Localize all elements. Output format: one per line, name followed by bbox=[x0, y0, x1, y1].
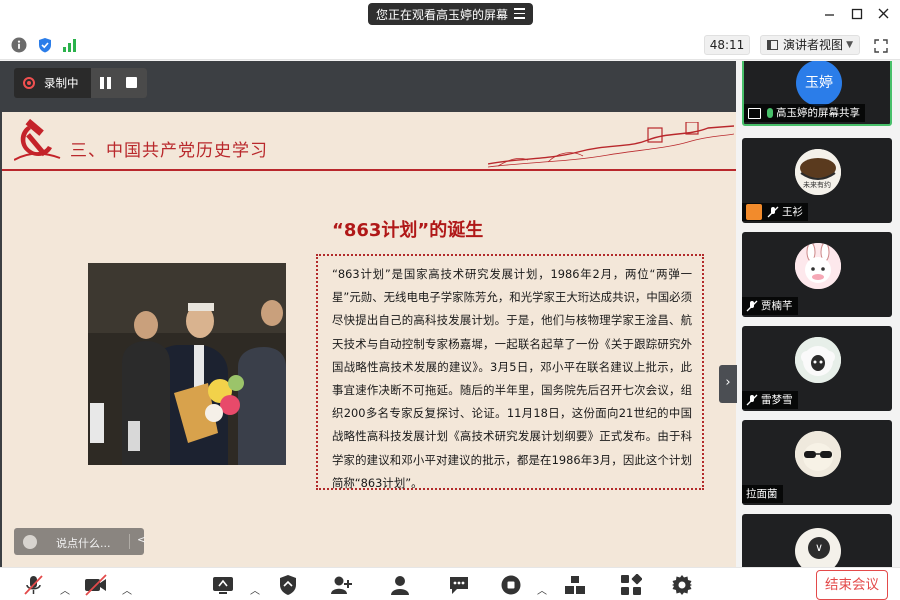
settings-gear-icon[interactable] bbox=[671, 574, 693, 596]
mic-off-icon bbox=[746, 300, 758, 312]
participant-nameplate: 拉面菌 bbox=[742, 485, 783, 503]
slide-heading: “863计划”的诞生 bbox=[332, 220, 484, 241]
participant-name: 雷梦雪 bbox=[761, 394, 793, 406]
chevron-up-icon[interactable]: ︿ bbox=[537, 582, 547, 597]
info-icon[interactable] bbox=[11, 37, 27, 53]
participant-nameplate: 贾楠芊 bbox=[742, 297, 798, 315]
camera-off-icon[interactable] bbox=[84, 574, 107, 596]
end-meeting-button[interactable]: 结束会议 bbox=[816, 570, 888, 600]
security-icon[interactable] bbox=[277, 574, 299, 596]
view-mode-dropdown[interactable]: 演讲者视图 ▼ bbox=[760, 35, 860, 55]
signal-icon[interactable] bbox=[62, 37, 78, 53]
mic-off-icon bbox=[746, 394, 758, 406]
screen-share-icon[interactable] bbox=[212, 574, 234, 596]
hammer-sickle-icon bbox=[13, 118, 62, 162]
maximize-icon[interactable] bbox=[849, 6, 865, 22]
svg-text:未来有约: 未来有约 bbox=[803, 180, 831, 189]
record-icon bbox=[23, 77, 35, 89]
avatar bbox=[795, 243, 841, 289]
participant-tile[interactable]: 拉面菌 bbox=[742, 420, 892, 505]
participant-tile[interactable]: 贾楠芊 bbox=[742, 232, 892, 317]
minimize-icon[interactable] bbox=[822, 6, 838, 22]
meeting-toolbar: 48:11 演讲者视图 ▼ bbox=[0, 30, 900, 60]
participant-name: 王衫 bbox=[782, 206, 803, 218]
badge-icon bbox=[746, 204, 762, 220]
recording-controls bbox=[91, 68, 147, 98]
avatar bbox=[795, 431, 841, 477]
participant-name: 贾楠芊 bbox=[761, 300, 793, 312]
mic-off-icon bbox=[767, 206, 779, 218]
emoji-icon[interactable] bbox=[23, 535, 37, 549]
slide-body-text: “863计划”是国家高技术研究发展计划，1986年2月，两位“两弹一星”元勋、无… bbox=[316, 254, 704, 490]
chevron-up-icon[interactable]: ︿ bbox=[122, 582, 132, 597]
participant-nameplate: 高玉婷的屏幕共享 bbox=[744, 104, 865, 122]
invite-icon[interactable] bbox=[330, 574, 352, 596]
participant-tile[interactable]: 雷梦雪 bbox=[742, 326, 892, 411]
participant-name: 拉面菌 bbox=[746, 488, 778, 500]
view-mode-label: 演讲者视图 bbox=[783, 38, 844, 52]
control-bar: ︿ ︿ ︿ ︿ 结束会议 bbox=[0, 567, 900, 600]
chevron-up-icon[interactable]: ︿ bbox=[250, 582, 260, 597]
participants-icon[interactable] bbox=[389, 574, 411, 596]
stop-icon[interactable] bbox=[126, 77, 137, 88]
chevron-left-icon[interactable]: < bbox=[137, 533, 146, 546]
apps-icon[interactable] bbox=[620, 573, 643, 596]
record-stop-icon[interactable] bbox=[500, 574, 522, 596]
mic-on-icon bbox=[767, 108, 773, 118]
participant-tile[interactable]: 未来有约 王衫 bbox=[742, 138, 892, 223]
speaker-view-icon bbox=[767, 40, 778, 50]
viewing-label: 您正在观看高玉婷的屏幕 bbox=[376, 7, 509, 22]
meeting-timer: 48:11 bbox=[704, 35, 750, 55]
section-title: 三、中国共产党历史学习 bbox=[70, 141, 268, 161]
chat-placeholder: 说点什么... bbox=[56, 537, 111, 550]
chat-divider bbox=[129, 534, 130, 549]
collapse-panel-button[interactable]: › bbox=[719, 365, 737, 403]
chevron-down-icon: ▼ bbox=[846, 40, 853, 50]
participant-panel: 玉婷 高玉婷的屏幕共享 未来有约 王衫 贾楠芊 雷梦雪 拉面菌 ∨ bbox=[738, 61, 900, 567]
participant-nameplate: 雷梦雪 bbox=[742, 391, 798, 409]
chevron-up-icon[interactable]: ︿ bbox=[60, 582, 70, 597]
historic-photo bbox=[88, 263, 286, 465]
avatar: 玉婷 bbox=[796, 61, 842, 106]
viewing-indicator[interactable]: 您正在观看高玉婷的屏幕 bbox=[368, 3, 533, 25]
avatar: 未来有约 bbox=[795, 149, 841, 195]
recording-label: 录制中 bbox=[44, 76, 79, 90]
presentation-slide: 三、中国共产党历史学习 “863计划”的诞生 “863计划”是国家高技术研究发展… bbox=[2, 112, 736, 594]
great-wall-illustration bbox=[487, 121, 735, 168]
shared-screen: 三、中国共产党历史学习 “863计划”的诞生 “863计划”是国家高技术研究发展… bbox=[0, 61, 737, 594]
mic-muted-icon[interactable] bbox=[22, 574, 44, 596]
chat-icon[interactable] bbox=[448, 574, 470, 596]
fullscreen-icon[interactable] bbox=[874, 38, 888, 53]
screen-share-icon bbox=[748, 107, 761, 119]
header-divider bbox=[2, 169, 736, 171]
pause-icon[interactable] bbox=[100, 77, 112, 89]
participant-nameplate: 王衫 bbox=[742, 203, 808, 221]
scroll-down-button[interactable]: ∨ bbox=[808, 537, 830, 559]
layout-icon[interactable] bbox=[564, 574, 586, 596]
meeting-window: 您正在观看高玉婷的屏幕 48:11 演讲者视图 ▼ 三、中国共产党历史学习 “8… bbox=[0, 0, 900, 600]
avatar bbox=[795, 337, 841, 383]
menu-icon[interactable] bbox=[514, 8, 525, 22]
chat-input[interactable]: 说点什么... < bbox=[14, 528, 146, 555]
close-icon[interactable] bbox=[876, 6, 892, 22]
recording-bar: 录制中 bbox=[14, 68, 147, 98]
security-shield-icon[interactable] bbox=[37, 37, 53, 53]
title-bar: 您正在观看高玉婷的屏幕 bbox=[0, 0, 900, 30]
participant-tile[interactable]: 玉婷 高玉婷的屏幕共享 bbox=[742, 61, 892, 126]
participant-name: 高玉婷的屏幕共享 bbox=[776, 107, 860, 119]
